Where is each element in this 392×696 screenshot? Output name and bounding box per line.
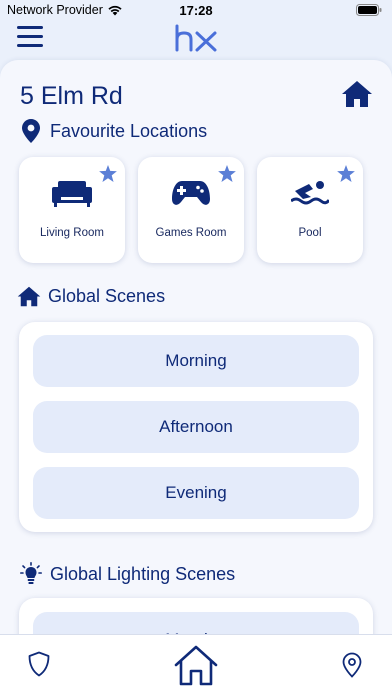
location-pin-icon [19, 119, 43, 143]
status-right [356, 4, 382, 16]
global-lighting-scenes-title: Global Lighting Scenes [50, 563, 236, 584]
scene-button-evening[interactable]: Evening [33, 467, 359, 519]
favourite-locations-heading: Favourite Locations [19, 119, 207, 143]
sofa-icon [52, 181, 92, 207]
global-scenes-panel: Morning Afternoon Evening [19, 322, 373, 532]
favourite-tile-pool[interactable]: Pool [257, 157, 363, 263]
global-scenes-heading: Global Scenes [17, 284, 165, 308]
hamburger-menu-icon[interactable] [17, 26, 43, 48]
scene-button-afternoon[interactable]: Afternoon [33, 401, 359, 453]
shield-icon[interactable] [28, 651, 50, 677]
global-scenes-title: Global Scenes [48, 285, 166, 306]
scene-button-morning[interactable]: Morning [33, 335, 359, 387]
favourite-locations-title: Favourite Locations [50, 120, 208, 141]
location-pin-icon[interactable] [342, 652, 362, 678]
home-icon[interactable] [341, 80, 373, 108]
tile-label: Pool [298, 227, 322, 239]
favourite-tile-games-room[interactable]: Games Room [138, 157, 244, 263]
global-lighting-scenes-heading: Global Lighting Scenes [19, 562, 235, 586]
status-bar: Network Provider 17:28 [0, 0, 392, 20]
tile-label: Games Room [155, 227, 227, 239]
home-icon[interactable] [173, 644, 219, 686]
lightbulb-icon [19, 562, 43, 586]
swimmer-icon [291, 181, 329, 205]
status-time: 17:28 [179, 3, 213, 18]
gamepad-icon [172, 181, 210, 205]
home-address: 5 Elm Rd [20, 82, 123, 110]
tab-bar [0, 634, 392, 696]
tile-label: Living Room [40, 227, 104, 239]
hx-logo [175, 24, 217, 52]
battery-icon [356, 4, 382, 16]
home-icon [17, 284, 41, 308]
nav-bar [0, 20, 392, 60]
favourite-tile-living-room[interactable]: Living Room [19, 157, 125, 263]
